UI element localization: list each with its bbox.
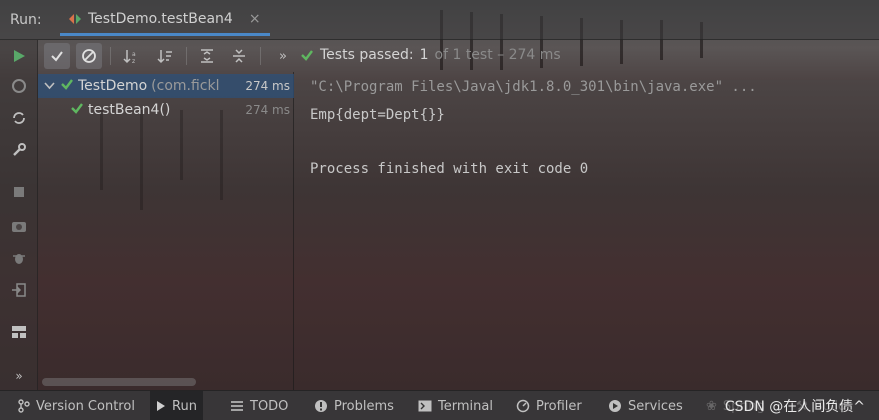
collapse-all-icon[interactable] bbox=[226, 43, 252, 69]
toolbar-separator bbox=[186, 47, 187, 65]
services-icon bbox=[609, 400, 621, 412]
run-config-tab[interactable]: TestDemo.testBean4 × bbox=[60, 4, 270, 36]
test-tree: TestDemo (com.fickl 274 ms testBean4() 2… bbox=[38, 72, 294, 390]
tab-label: Version Control bbox=[36, 398, 135, 414]
svg-text:a: a bbox=[132, 51, 136, 58]
console-line: "C:\Program Files\Java\jdk1.8.0_301\bin\… bbox=[310, 79, 757, 95]
play-icon bbox=[157, 401, 165, 411]
tree-item-name: testBean4() bbox=[88, 102, 171, 118]
chevron-down-icon[interactable] bbox=[44, 80, 58, 93]
spring-icon: ❀ bbox=[706, 398, 717, 414]
status-count: 1 bbox=[419, 47, 429, 63]
tab-problems[interactable]: Problems bbox=[308, 391, 400, 420]
watermark: CSDN @在人间负债^ bbox=[724, 399, 865, 415]
tab-label: Terminal bbox=[438, 398, 493, 414]
check-icon bbox=[70, 101, 88, 119]
wrench-icon[interactable] bbox=[9, 140, 29, 160]
run-header: Run: TestDemo.testBean4 × bbox=[0, 0, 879, 40]
tree-item-test[interactable]: testBean4() 274 ms bbox=[38, 98, 294, 122]
branch-icon bbox=[18, 399, 30, 413]
tree-item-time: 274 ms bbox=[245, 103, 290, 117]
terminal-icon bbox=[418, 400, 432, 412]
console-output[interactable]: "C:\Program Files\Java\jdk1.8.0_301\bin\… bbox=[296, 72, 879, 390]
junit-icon bbox=[69, 13, 81, 24]
test-status: Tests passed: 1 of 1 test – 274 ms bbox=[300, 47, 561, 63]
toolbar-separator bbox=[110, 47, 111, 65]
tree-item-name: TestDemo bbox=[78, 78, 148, 94]
check-icon bbox=[301, 50, 313, 61]
status-detail: of 1 test – 274 ms bbox=[434, 47, 561, 63]
console-line: Emp{dept=Dept{}} bbox=[310, 107, 445, 123]
horizontal-scrollbar[interactable] bbox=[42, 378, 196, 386]
bottom-tool-bar: Version Control Run TODO Problems Termin… bbox=[0, 390, 879, 420]
tab-services[interactable]: Services bbox=[602, 391, 689, 420]
camera-icon[interactable] bbox=[9, 216, 29, 236]
warning-icon bbox=[315, 400, 327, 412]
tab-label: Services bbox=[628, 398, 683, 414]
close-icon[interactable]: × bbox=[249, 11, 261, 27]
tab-label: TODO bbox=[250, 398, 289, 414]
more-icon[interactable]: » bbox=[9, 366, 29, 386]
run-label: Run: bbox=[10, 12, 42, 28]
left-toolbar: » bbox=[0, 40, 38, 390]
expand-all-icon[interactable] bbox=[194, 43, 220, 69]
tab-terminal[interactable]: Terminal bbox=[412, 391, 499, 420]
check-icon bbox=[60, 77, 78, 95]
layout-icon[interactable] bbox=[9, 322, 29, 342]
tab-run[interactable]: Run bbox=[150, 391, 203, 420]
rerun-failed-icon[interactable] bbox=[9, 76, 29, 96]
status-passed-label: Tests passed: bbox=[320, 47, 414, 63]
tab-label: Problems bbox=[334, 398, 394, 414]
rerun-automatically-icon[interactable] bbox=[9, 108, 29, 128]
show-ignored-icon[interactable] bbox=[76, 43, 102, 69]
rerun-icon[interactable] bbox=[9, 46, 29, 66]
tree-item-time: 274 ms bbox=[245, 79, 290, 93]
debug-bug-icon[interactable] bbox=[9, 248, 29, 268]
tab-title: TestDemo.testBean4 bbox=[88, 10, 233, 27]
toolbar-separator bbox=[260, 47, 261, 65]
more-actions-icon[interactable]: » bbox=[270, 43, 296, 69]
import-icon[interactable] bbox=[9, 280, 29, 300]
list-icon bbox=[231, 401, 243, 411]
sort-alphabetically-icon[interactable]: az bbox=[118, 43, 144, 69]
console-line: Process finished with exit code 0 bbox=[310, 161, 589, 177]
svg-text:z: z bbox=[132, 58, 135, 64]
stop-icon[interactable] bbox=[9, 182, 29, 202]
show-passed-icon[interactable] bbox=[44, 43, 70, 69]
tab-label: Run bbox=[172, 398, 197, 414]
tab-version-control[interactable]: Version Control bbox=[12, 391, 141, 420]
sort-by-duration-icon[interactable] bbox=[152, 43, 178, 69]
tree-item-root[interactable]: TestDemo (com.fickl 274 ms bbox=[38, 74, 294, 98]
profiler-icon bbox=[516, 399, 530, 413]
tab-label: Profiler bbox=[536, 398, 582, 414]
tree-item-package: (com.fickl bbox=[151, 78, 220, 94]
test-toolbar: az » Tests passed: 1 of 1 test – 274 ms bbox=[38, 40, 879, 72]
tab-profiler[interactable]: Profiler bbox=[510, 391, 588, 420]
tab-todo[interactable]: TODO bbox=[224, 391, 294, 420]
